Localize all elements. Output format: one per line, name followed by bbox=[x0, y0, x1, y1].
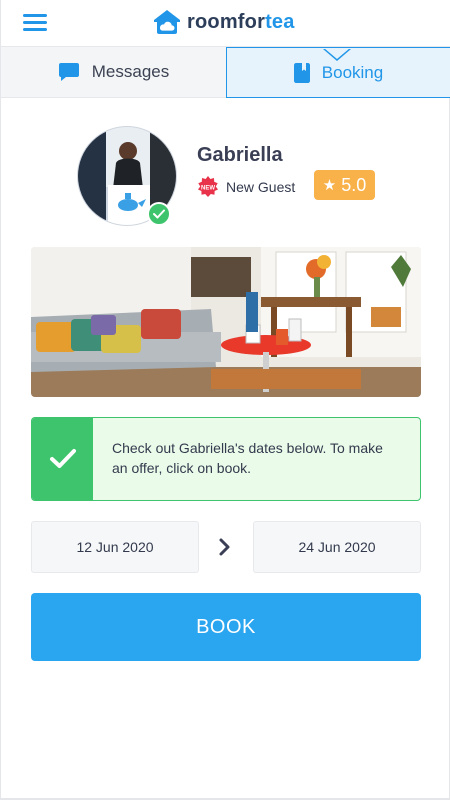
verified-check-icon bbox=[147, 202, 171, 226]
active-tab-pointer-fill bbox=[324, 48, 350, 59]
start-date-field[interactable]: 12 Jun 2020 bbox=[31, 521, 199, 573]
guest-type-label: New Guest bbox=[226, 179, 296, 195]
chevron-right-icon bbox=[219, 538, 230, 556]
end-date-field[interactable]: 24 Jun 2020 bbox=[253, 521, 421, 573]
house-cloud-icon bbox=[154, 10, 180, 34]
app-screen: roomfortea Messages Booking Gabriella NE… bbox=[0, 0, 450, 800]
tab-messages[interactable]: Messages bbox=[1, 47, 226, 97]
rating-badge: ★ 5.0 bbox=[314, 170, 375, 200]
star-icon: ★ bbox=[322, 177, 337, 194]
chat-bubble-icon bbox=[58, 63, 79, 81]
tab-messages-label: Messages bbox=[91, 62, 170, 81]
rating-value: 5.0 bbox=[341, 174, 367, 195]
info-message-text: Check out Gabriella's dates below. To ma… bbox=[112, 440, 383, 476]
checkmark-icon bbox=[32, 418, 93, 500]
logo-text-tea: tea bbox=[265, 10, 295, 33]
bookmark-book-icon bbox=[293, 62, 310, 83]
living-room-image bbox=[31, 247, 421, 397]
tab-bar: Messages Booking bbox=[1, 46, 450, 98]
app-logo[interactable]: roomfortea bbox=[151, 8, 295, 36]
hamburger-menu-icon[interactable] bbox=[23, 12, 47, 32]
new-badge-icon: NEW bbox=[198, 176, 218, 197]
room-photo[interactable] bbox=[31, 247, 421, 397]
tab-booking-label: Booking bbox=[321, 62, 384, 82]
logo-text-roomfor: roomfor bbox=[187, 10, 266, 33]
info-message-box: Check out Gabriella's dates below. To ma… bbox=[31, 417, 421, 501]
top-header: roomfortea bbox=[1, 0, 450, 46]
guest-name: Gabriella bbox=[197, 144, 283, 166]
book-button[interactable]: BOOK bbox=[31, 593, 421, 661]
logo-text: roomfortea bbox=[187, 11, 295, 34]
new-badge-text: NEW bbox=[201, 186, 215, 192]
